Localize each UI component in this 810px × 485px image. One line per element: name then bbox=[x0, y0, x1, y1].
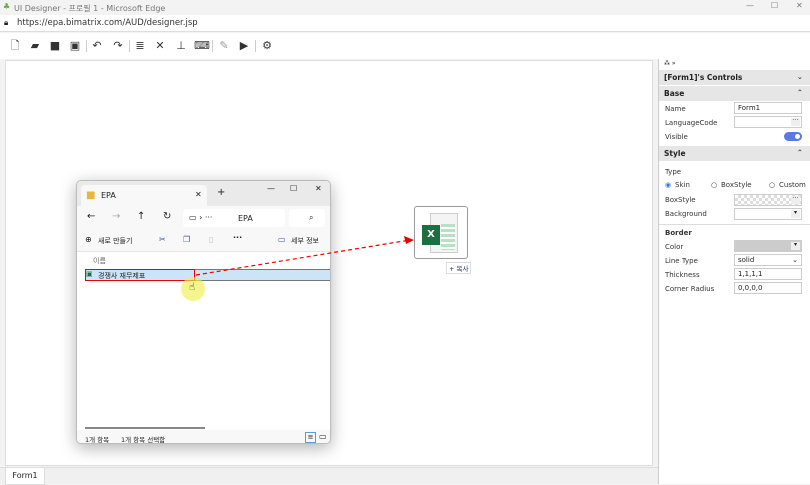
radio-custom-icon[interactable]: ○ bbox=[769, 181, 775, 189]
pin-icon[interactable]: ⁂ » bbox=[664, 60, 676, 67]
type-label: Type bbox=[665, 168, 682, 176]
dropdown-icon[interactable]: ▾ bbox=[791, 210, 800, 218]
border-color-picker[interactable]: ▾ bbox=[734, 240, 802, 252]
border-section-title: Border bbox=[665, 229, 692, 237]
language-input[interactable]: ··· bbox=[734, 116, 802, 128]
background-label: Background bbox=[665, 210, 707, 218]
section-title: Base bbox=[664, 89, 685, 98]
radio-skin-icon[interactable]: ◉ bbox=[665, 181, 671, 189]
color-label: Color bbox=[665, 243, 684, 251]
chevron-up-icon: ⌃ bbox=[796, 88, 803, 97]
radio-custom-label[interactable]: Custom bbox=[779, 181, 806, 189]
dropdown-icon[interactable]: ▾ bbox=[791, 242, 800, 250]
linetype-label: Line Type bbox=[665, 257, 698, 265]
boxstyle-label: BoxStyle bbox=[665, 196, 696, 204]
properties-panel: ⁂ » [Form1]'s Controls ⌄ Base ⌃ Name Form1… bbox=[658, 59, 810, 484]
background-picker[interactable]: ▾ bbox=[734, 208, 802, 220]
boxstyle-input[interactable]: ··· bbox=[734, 194, 802, 206]
section-base[interactable]: Base ⌃ bbox=[659, 86, 810, 101]
excel-icon: X bbox=[422, 225, 440, 245]
section-title: Style bbox=[664, 149, 686, 158]
radio-boxstyle-label[interactable]: BoxStyle bbox=[721, 181, 752, 189]
name-input[interactable]: Form1 bbox=[734, 102, 802, 114]
radio-skin-label[interactable]: Skin bbox=[675, 181, 690, 189]
name-label: Name bbox=[665, 105, 686, 113]
visible-toggle[interactable] bbox=[784, 132, 802, 141]
chevron-down-icon: ⌄ bbox=[796, 72, 803, 81]
controls-header[interactable]: [Form1]'s Controls ⌄ bbox=[659, 70, 810, 85]
panel-title: [Form1]'s Controls bbox=[664, 73, 743, 82]
chevron-down-icon: ⌄ bbox=[792, 256, 798, 264]
thickness-input[interactable]: 1,1,1,1 bbox=[734, 268, 802, 280]
radio-boxstyle-icon[interactable]: ○ bbox=[711, 181, 717, 189]
visible-label: Visible bbox=[665, 133, 688, 141]
thickness-label: Thickness bbox=[665, 271, 700, 279]
radius-input[interactable]: 0,0,0,0 bbox=[734, 282, 802, 294]
language-label: LanguageCode bbox=[665, 119, 718, 127]
radius-label: Corner Radius bbox=[665, 285, 715, 293]
section-style[interactable]: Style ⌃ bbox=[659, 146, 810, 161]
linetype-select[interactable]: solid ⌄ bbox=[734, 254, 802, 266]
excel-drag-preview: X bbox=[414, 206, 468, 259]
ellipsis-button[interactable]: ··· bbox=[791, 118, 800, 126]
chevron-up-icon: ⌃ bbox=[796, 148, 803, 157]
ellipsis-button[interactable]: ··· bbox=[791, 196, 800, 204]
copy-tooltip: + 복사 bbox=[446, 262, 472, 274]
